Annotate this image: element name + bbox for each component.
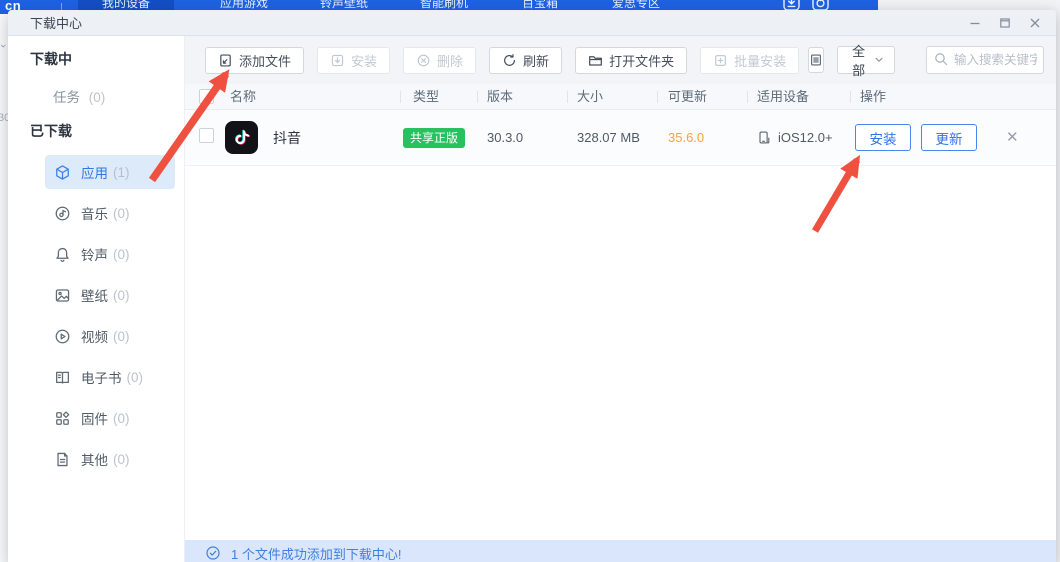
column-updatable: 可更新 <box>657 84 747 110</box>
refresh-button[interactable]: 刷新 <box>489 47 562 74</box>
sidebar-item-ebooks[interactable]: 电子书 (0) <box>45 360 175 394</box>
filter-select[interactable]: 全部 <box>837 46 895 74</box>
column-actions: 操作 <box>850 84 1000 110</box>
column-device: 适用设备 <box>747 84 850 110</box>
check-circle-icon <box>205 545 221 561</box>
video-icon <box>54 328 71 345</box>
app-cube-icon <box>54 164 71 181</box>
ebook-icon <box>54 369 71 386</box>
dialog-title: 下载中心 <box>30 13 82 32</box>
status-message: 1 个文件成功添加到下载中心! <box>231 544 401 562</box>
section-downloading: 下载中 <box>8 49 184 69</box>
close-button[interactable] <box>1024 13 1046 33</box>
row-checkbox[interactable] <box>199 128 214 143</box>
column-size: 大小 <box>567 84 657 110</box>
table-header: 名称 类型 版本 大小 可更新 适用设备 操作 <box>185 84 1056 110</box>
sidebar-item-apps[interactable]: 应用 (1) <box>45 155 175 189</box>
list-view-button[interactable] <box>808 47 824 73</box>
music-icon <box>54 205 71 222</box>
device-compat: iOS12.0+ <box>778 130 833 145</box>
list-view-icon <box>809 53 823 67</box>
delete-button[interactable]: 删除 <box>403 47 476 74</box>
app-size: 328.07 MB <box>567 130 657 145</box>
column-name: 名称 <box>225 84 400 110</box>
batch-install-icon <box>713 53 728 68</box>
column-version: 版本 <box>477 84 567 110</box>
license-badge: 共享正版 <box>403 128 465 148</box>
sidebar-item-music[interactable]: 音乐 (0) <box>45 196 175 230</box>
minimize-button[interactable] <box>964 13 986 33</box>
firmware-icon <box>54 410 71 427</box>
column-type: 类型 <box>400 84 477 110</box>
sidebar-item-videos[interactable]: 视频 (0) <box>45 319 175 353</box>
dialog-body: 下载中 任务 (0) 已下载 应用 (1) 音乐 (0) <box>8 36 1056 562</box>
add-file-button[interactable]: 添加文件 <box>205 47 304 74</box>
update-version: 35.6.0 <box>657 130 747 145</box>
sidebar-item-wallpapers[interactable]: 壁纸 (0) <box>45 278 175 312</box>
other-file-icon <box>54 451 71 468</box>
select-all-checkbox[interactable] <box>199 89 214 104</box>
task-count: (0) <box>89 90 106 105</box>
empty-list-area <box>185 166 1056 540</box>
section-downloaded: 已下载 <box>8 121 184 141</box>
sidebar: 下载中 任务 (0) 已下载 应用 (1) 音乐 (0) <box>8 36 185 562</box>
app-version: 30.3.0 <box>477 130 567 145</box>
dialog-titlebar: 下载中心 <box>8 10 1056 36</box>
main-panel: 添加文件 安装 删除 刷新 <box>185 36 1056 562</box>
maximize-button[interactable] <box>994 13 1016 33</box>
status-bar: 1 个文件成功添加到下载中心! <box>185 540 1056 562</box>
delete-circle-icon <box>416 53 431 68</box>
row-update-button[interactable]: 更新 <box>921 124 977 151</box>
refresh-icon <box>502 53 517 68</box>
search-box <box>926 46 1044 74</box>
install-button[interactable]: 安装 <box>317 47 390 74</box>
sidebar-item-tasks[interactable]: 任务 (0) <box>8 83 184 113</box>
row-install-button[interactable]: 安装 <box>855 124 911 151</box>
window-controls <box>964 13 1056 33</box>
download-center-dialog: 下载中心 下载中 任务 (0) 已下载 <box>8 10 1056 562</box>
toolbar: 添加文件 安装 删除 刷新 <box>185 36 1056 84</box>
add-file-icon <box>218 53 233 68</box>
tiktok-app-icon <box>225 121 258 154</box>
batch-install-button[interactable]: 批量安装 <box>700 47 799 74</box>
filter-value: 全部 <box>852 41 874 79</box>
sidebar-item-other[interactable]: 其他 (0) <box>45 442 175 476</box>
install-box-icon <box>330 53 345 68</box>
search-icon <box>934 52 948 66</box>
sidebar-item-list: 应用 (1) 音乐 (0) 铃声 (0) 壁纸 <box>8 155 184 476</box>
bell-icon <box>54 246 71 263</box>
screen: cn 我的设备 应用游戏 铃声壁纸 智能刷机 百宝箱 爱思专区 › 30 下载中… <box>0 0 1060 562</box>
device-icon <box>757 130 772 145</box>
sidebar-item-firmware[interactable]: 固件 (0) <box>45 401 175 435</box>
wallpaper-icon <box>54 287 71 304</box>
open-folder-button[interactable]: 打开文件夹 <box>575 47 687 74</box>
table-row: 抖音 共享正版 30.3.0 328.07 MB 35.6.0 iOS12.0+… <box>185 110 1056 166</box>
chevron-down-icon <box>874 54 884 66</box>
app-name: 抖音 <box>273 128 301 148</box>
folder-icon <box>588 53 603 68</box>
sidebar-item-ringtones[interactable]: 铃声 (0) <box>45 237 175 271</box>
row-remove-icon[interactable]: ✕ <box>1000 129 1019 146</box>
